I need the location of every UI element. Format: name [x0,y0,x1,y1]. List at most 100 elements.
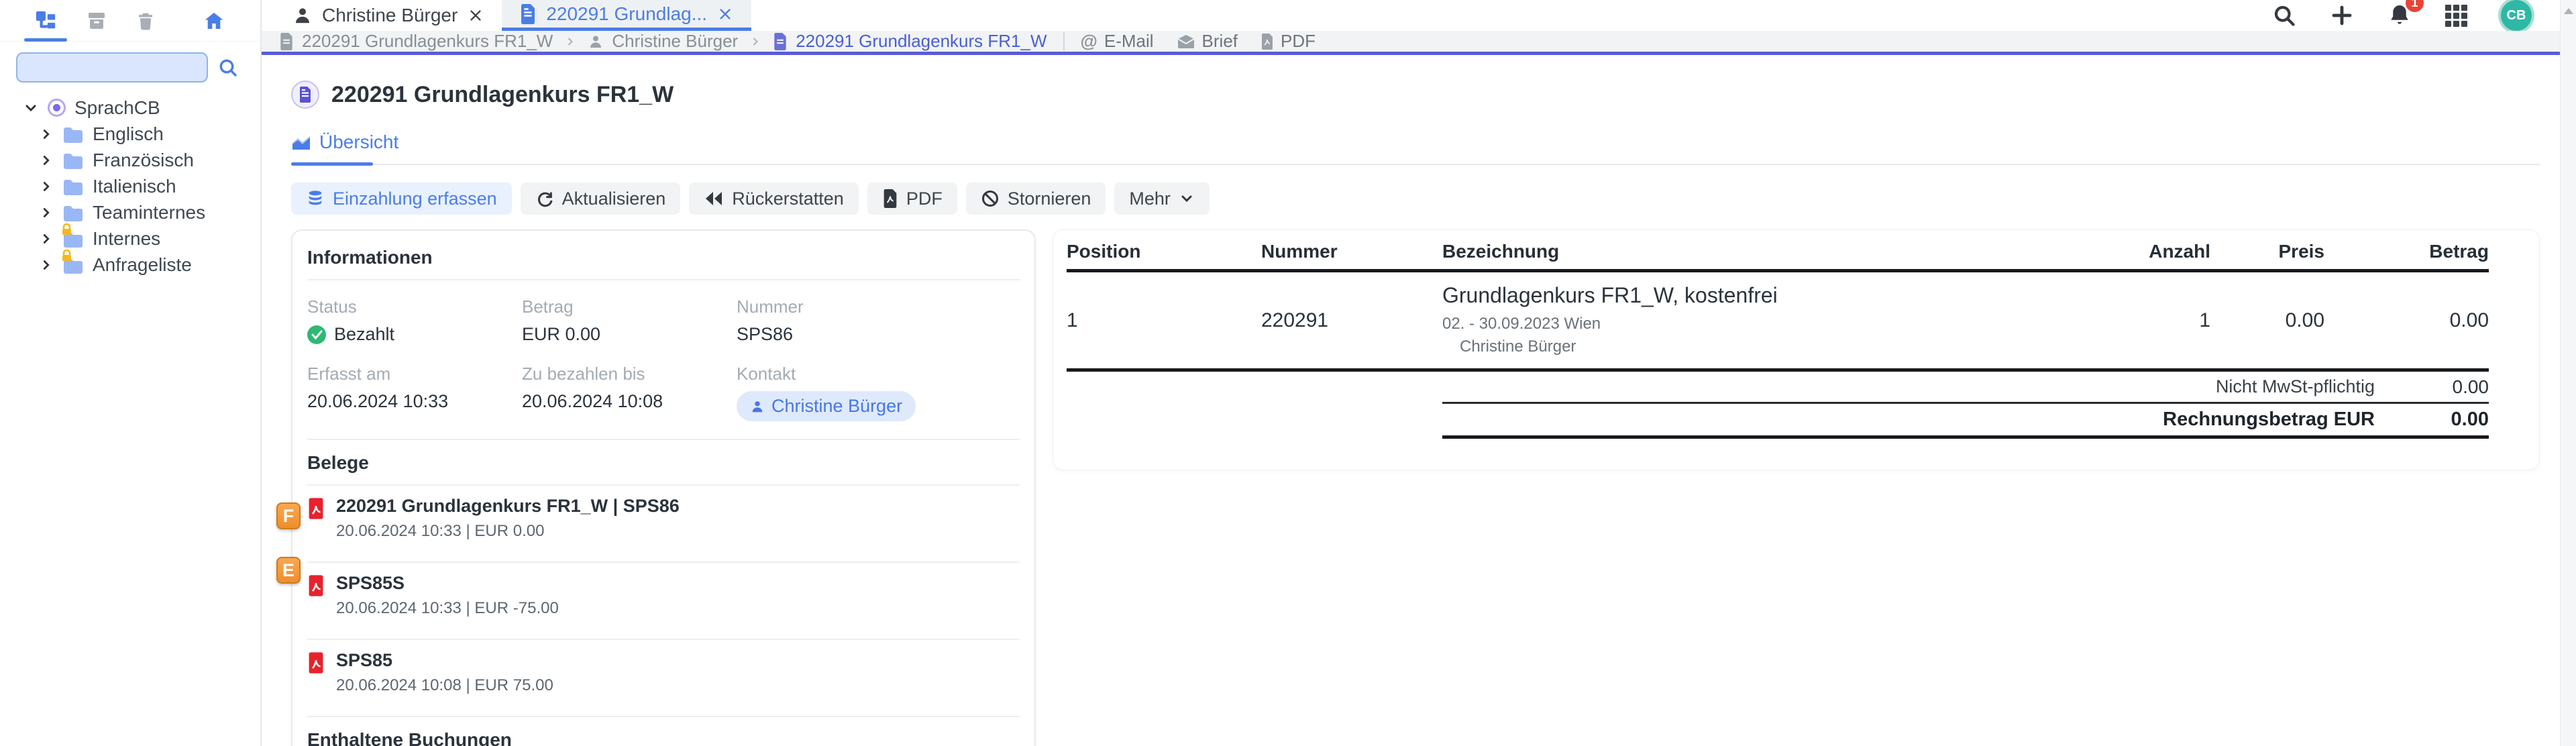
tree-item-label: Italienisch [93,176,176,197]
email-action[interactable]: @ E-Mail [1081,31,1154,52]
more-button[interactable]: Mehr [1114,182,1210,215]
cell-bezeichnung: Grundlagenkurs FR1_W, kostenfrei 02. - 3… [1442,272,2076,368]
refresh-button[interactable]: Aktualisieren [521,182,681,215]
invoice-card: Position Nummer Bezeichnung Anzahl Preis… [1053,229,2540,470]
beleg-item[interactable]: SPS85 20.06.2024 10:08 | EUR 75.00 [307,640,1020,705]
sidebar-toolbar [0,0,260,42]
tree-item-internes[interactable]: Internes [0,225,260,252]
cell-anzahl: 1 [2076,309,2210,332]
folder-icon [62,204,84,221]
cancel-button[interactable]: Stornieren [966,182,1106,215]
chevron-right-icon [39,153,54,168]
global-search-icon[interactable] [2272,3,2296,28]
col-bezeichnung: Bezeichnung [1442,241,2076,262]
tree-item-label: Anfrageliste [93,254,192,276]
tab-label: 220291 Grundlag... [546,3,707,25]
at-icon: @ [1081,31,1097,52]
add-icon[interactable] [2330,3,2354,28]
field-betrag: Betrag EUR 0.00 [522,297,737,345]
tree-item-italienisch[interactable]: Italienisch [0,173,260,199]
apps-grid-icon[interactable] [2445,5,2467,27]
field-erfasst-am: Erfasst am 20.06.2024 10:33 [307,364,522,421]
divider [307,439,1020,440]
tree-item-label: Englisch [93,123,164,145]
lock-icon [61,223,72,235]
cell-nummer: 220291 [1261,309,1442,332]
person-icon [750,399,765,414]
pdf-file-icon [1260,33,1274,50]
col-position: Position [1067,241,1261,262]
col-betrag: Betrag [2324,241,2489,262]
pdf-action[interactable]: PDF [1260,31,1316,52]
pdf-file-icon [307,575,325,596]
home-icon[interactable] [203,10,225,32]
scroll-up-arrow-icon[interactable] [2564,8,2573,14]
tab-220291-grundlagenkurs[interactable]: 220291 Grundlag... [502,0,751,31]
sidebar-search [16,52,260,83]
tree-item-label: SprachCB [74,97,160,119]
record-payment-button[interactable]: Einzahlung erfassen [291,182,512,215]
folder-icon [62,178,84,195]
tree-item-franzoesisch[interactable]: Französisch [0,147,260,173]
chevron-right-icon [39,127,54,142]
notifications-bell-icon[interactable]: 1 [2387,3,2412,28]
vertical-scrollbar[interactable] [2560,0,2576,746]
tab-christine-buerger[interactable]: Christine Bürger [275,0,502,31]
belege-heading: Belege [307,452,1020,474]
folder-tree: SprachCB Englisch Französisch [0,89,260,278]
document-icon [519,4,537,24]
buchungen-heading: Enthaltene Buchungen [307,729,1020,746]
col-anzahl: Anzahl [2076,241,2210,262]
action-buttons: Einzahlung erfassen Aktualisieren Rücker… [291,182,2540,215]
tab-uebersicht[interactable]: Übersicht [291,131,398,164]
check-circle-icon [307,325,326,344]
folder-icon [62,152,84,169]
chevron-right-icon [564,35,577,48]
annotation-marker-f: F [276,502,301,529]
breadcrumb-item-current[interactable]: 220291 Grundlagenkurs FR1_W [773,31,1046,52]
tree-item-label: Internes [93,228,160,250]
tree-view-icon[interactable] [34,9,58,32]
document-icon [279,33,294,50]
trash-icon[interactable] [136,10,156,32]
page-content: 220291 Grundlagenkurs FR1_W Übersicht Ei… [262,55,2560,746]
tree-item-englisch[interactable]: Englisch [0,121,260,147]
cell-preis: 0.00 [2210,309,2324,332]
cards-row: Informationen Status Bezahlt [291,229,2540,746]
locked-folder-icon [62,230,84,248]
folder-icon [62,125,84,143]
refund-button[interactable]: Rückerstatten [689,182,859,215]
avatar[interactable]: CB [2501,0,2532,31]
active-toolbar-underline [24,38,67,42]
archive-icon[interactable] [86,10,107,32]
breadcrumb-item-contact[interactable]: Christine Bürger [588,31,738,52]
tree-item-anfrageliste[interactable]: Anfrageliste [0,252,260,278]
view-tabs: Übersicht [291,131,2540,165]
letter-action[interactable]: Brief [1177,31,1238,52]
pdf-button[interactable]: PDF [867,182,957,215]
chevron-down-icon [23,100,39,116]
contact-chip[interactable]: Christine Bürger [737,391,916,421]
chevron-right-icon [749,35,762,48]
tree-item-label: Französisch [93,150,194,171]
tree-item-sprachcb[interactable]: SprachCB [0,95,260,121]
rewind-icon [704,190,724,207]
cell-betrag: 0.00 [2324,309,2489,332]
field-status: Status Bezahlt [307,297,522,345]
app-window: SprachCB Englisch Französisch [0,0,2576,746]
tree-item-teaminternes[interactable]: Teaminternes [0,199,260,225]
tab-label: Christine Bürger [322,5,458,26]
invoice-header-row: Position Nummer Bezeichnung Anzahl Preis… [1067,241,2489,272]
search-icon[interactable] [217,57,239,78]
close-icon[interactable] [716,7,734,21]
invoice-row[interactable]: 1 220291 Grundlagenkurs FR1_W, kostenfre… [1067,272,2489,372]
person-icon [292,5,313,25]
beleg-item[interactable]: SPS85S 20.06.2024 10:33 | EUR -75.00 [307,563,1020,628]
close-icon[interactable] [467,8,484,23]
beleg-item[interactable]: 220291 Grundlagenkurs FR1_W | SPS86 20.0… [307,486,1020,551]
search-input[interactable] [16,52,208,83]
breadcrumb-item-course[interactable]: 220291 Grundlagenkurs FR1_W [279,31,553,52]
col-nummer: Nummer [1261,241,1442,262]
chevron-right-icon [39,231,54,246]
info-fields: Status Bezahlt Betrag EUR 0.00 [307,297,1020,421]
